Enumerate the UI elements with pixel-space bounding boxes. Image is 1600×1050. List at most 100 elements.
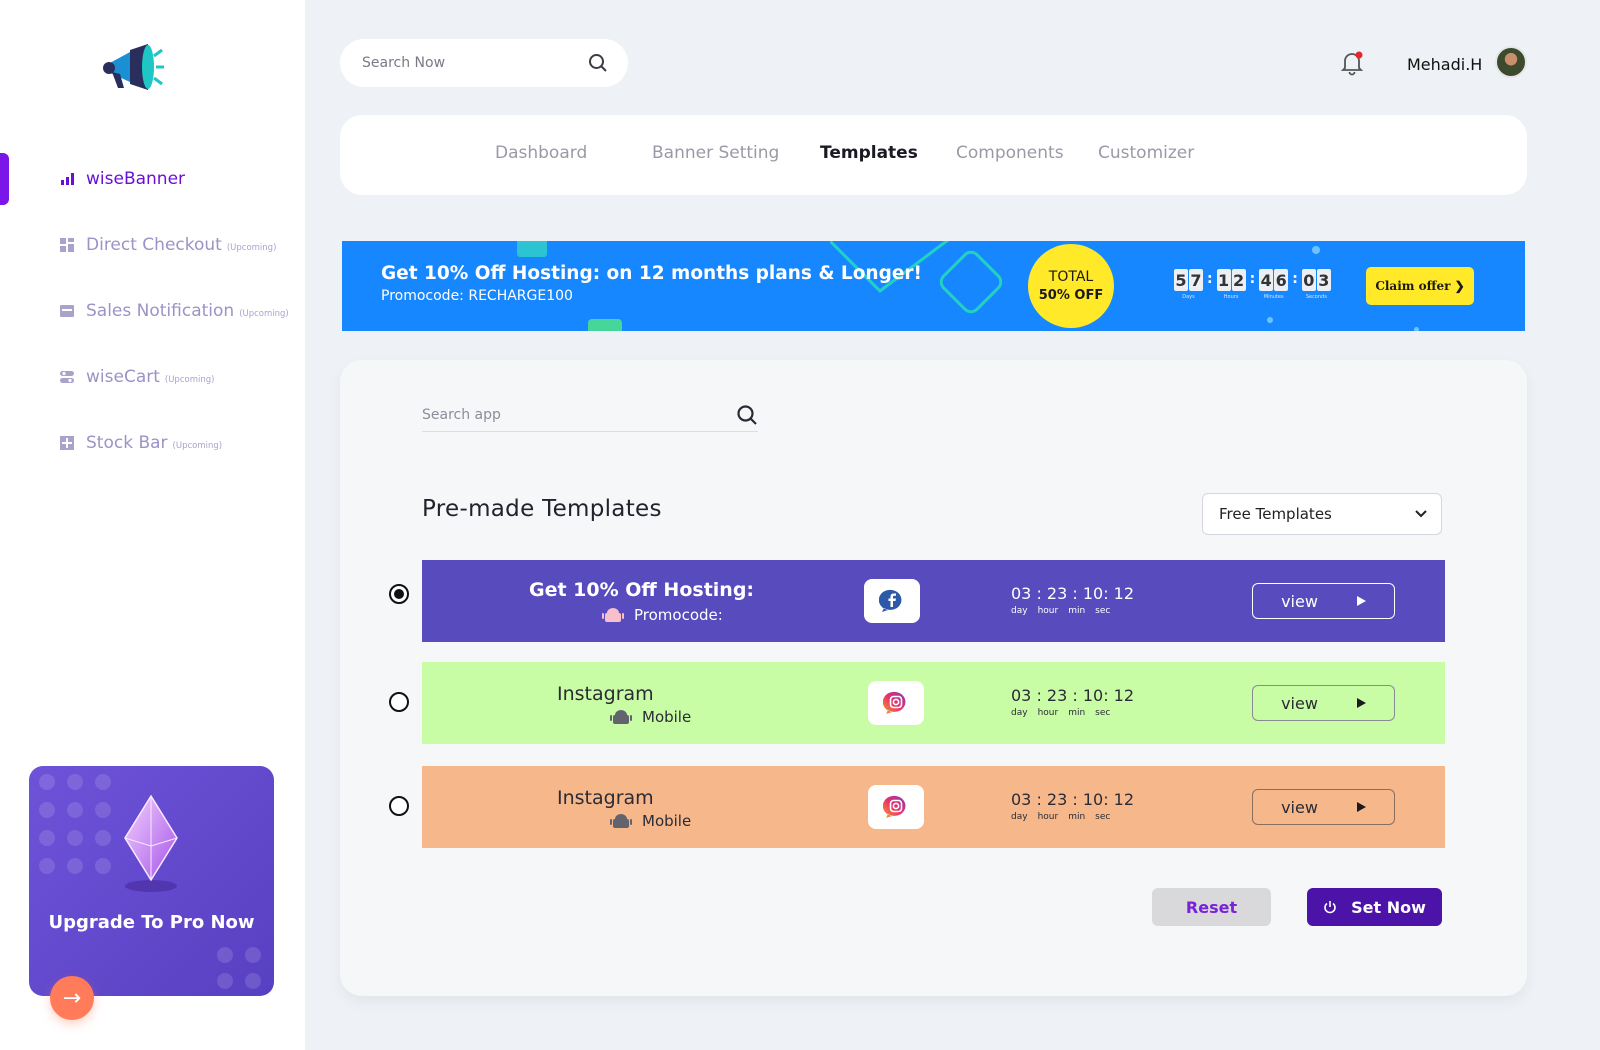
decor-bubble xyxy=(1267,317,1273,323)
section-title: Pre-made Templates xyxy=(422,496,662,522)
template-subtitle-group: Promocode: xyxy=(602,606,723,624)
decor-dot xyxy=(39,802,55,818)
tab-templates[interactable]: Templates xyxy=(820,143,918,163)
template-subtitle-group: Mobile xyxy=(610,812,691,830)
timer-unit: day xyxy=(1011,812,1028,822)
android-icon xyxy=(610,814,632,828)
sidebar-item-label: wiseBanner xyxy=(86,169,186,189)
timer-unit: sec xyxy=(1095,708,1111,718)
tab-customizer[interactable]: Customizer xyxy=(1098,143,1194,163)
template-timer: 03 : 23 : 10: 12 day hour min sec xyxy=(1011,686,1134,718)
promo-banner-preview: Get 10% Off Hosting: on 12 months plans … xyxy=(342,241,1525,331)
decor-dot xyxy=(67,858,83,874)
notification-dot xyxy=(1355,51,1363,59)
search-icon[interactable] xyxy=(588,53,608,73)
claim-offer-button[interactable]: Claim offer ❯ xyxy=(1366,267,1474,305)
timer-value: 03 : 23 : 10: 12 xyxy=(1011,686,1135,705)
app-search-input[interactable] xyxy=(422,406,736,423)
reset-button[interactable]: Reset xyxy=(1152,888,1271,926)
instagram-icon xyxy=(868,681,924,725)
countdown-digit: 0 xyxy=(1301,269,1316,291)
decor-bubble xyxy=(1414,327,1419,331)
decor-shape xyxy=(517,241,547,257)
sidebar-item-wisebanner[interactable]: wiseBanner xyxy=(0,146,305,212)
countdown-digit: 5 xyxy=(1174,269,1188,291)
template-radio[interactable] xyxy=(389,584,409,604)
global-search xyxy=(340,39,628,87)
upcoming-tag: (Upcoming) xyxy=(172,440,223,451)
decor-dot xyxy=(95,830,111,846)
template-subtitle: Mobile xyxy=(642,812,692,830)
tab-components[interactable]: Components xyxy=(956,143,1064,163)
view-button[interactable]: view xyxy=(1252,685,1395,721)
decor-dot xyxy=(95,774,111,790)
global-search-input[interactable] xyxy=(362,55,588,71)
promo-countdown: 5 7 Days : 1 2 Hours : 4 6 Minutes : 0 3 xyxy=(1174,269,1331,300)
diamond-icon xyxy=(124,794,178,892)
sidebar-item-label: wiseCart xyxy=(86,367,160,387)
search-icon[interactable] xyxy=(736,404,758,426)
template-title: Get 10% Off Hosting: xyxy=(529,579,755,601)
countdown-unit: Seconds xyxy=(1305,294,1327,300)
template-subtitle-group: Mobile xyxy=(610,708,691,726)
template-radio[interactable] xyxy=(389,692,409,712)
template-timer: 03 : 23 : 10: 12 day hour min sec xyxy=(1011,790,1134,822)
decor-dot xyxy=(39,774,55,790)
upcoming-tag: (Upcoming) xyxy=(226,242,277,253)
countdown-separator: : xyxy=(1292,271,1298,287)
countdown-hours: 1 2 Hours xyxy=(1216,269,1246,300)
sidebar: wiseBanner Direct Checkout (Upcoming) Sa… xyxy=(0,0,305,1050)
view-label: view xyxy=(1281,693,1318,713)
decor-dot xyxy=(245,973,261,989)
box-icon xyxy=(60,436,74,450)
decor-dot xyxy=(217,973,233,989)
timer-units: day hour min sec xyxy=(1011,606,1134,616)
countdown-digit: 3 xyxy=(1316,269,1331,291)
template-title: Instagram xyxy=(557,683,654,705)
countdown-seconds: 0 3 Seconds xyxy=(1301,269,1331,300)
countdown-digit: 7 xyxy=(1189,269,1203,291)
facebook-icon xyxy=(864,579,920,623)
template-radio[interactable] xyxy=(389,796,409,816)
decor-shape xyxy=(588,319,622,331)
username[interactable]: Mehadi.H xyxy=(1407,55,1482,74)
discount-badge-bottom: 50% OFF xyxy=(1038,288,1104,303)
toggle-icon xyxy=(60,370,74,384)
countdown-digit: 1 xyxy=(1216,269,1231,291)
template-row[interactable]: Get 10% Off Hosting: Promocode: 03 : 23 … xyxy=(389,560,1445,642)
discount-badge: TOTAL 50% OFF xyxy=(1028,244,1114,328)
play-icon xyxy=(1356,698,1366,708)
decor-dot xyxy=(217,947,233,963)
decor-dot xyxy=(67,774,83,790)
timer-unit: min xyxy=(1068,812,1086,822)
grid-icon xyxy=(60,238,74,252)
bell-icon[interactable] xyxy=(1340,50,1364,76)
megaphone-icon[interactable] xyxy=(100,42,164,94)
chevron-down-icon xyxy=(1415,510,1427,518)
template-filter-select[interactable]: Free Templates xyxy=(1202,493,1442,535)
template-row[interactable]: Instagram Mobile 03 : 23 : 10: 12 day ho… xyxy=(389,662,1445,744)
countdown-unit: Minutes xyxy=(1263,294,1284,300)
template-row[interactable]: Instagram Mobile 03 : 23 : 10: 12 day ho… xyxy=(389,766,1445,848)
upgrade-arrow-button[interactable]: → xyxy=(50,976,94,1020)
timer-unit: hour xyxy=(1037,812,1059,822)
sidebar-item-wisecart[interactable]: wiseCart (Upcoming) xyxy=(0,344,305,410)
promo-title: Get 10% Off Hosting: on 12 months plans … xyxy=(381,263,922,284)
tab-dashboard[interactable]: Dashboard xyxy=(495,143,587,163)
countdown-digit: 2 xyxy=(1231,269,1246,291)
countdown-minutes: 4 6 Minutes xyxy=(1259,269,1289,300)
promo-code: Promocode: RECHARGE100 xyxy=(381,288,573,304)
sidebar-item-direct-checkout[interactable]: Direct Checkout (Upcoming) xyxy=(0,212,305,278)
upcoming-tag: (Upcoming) xyxy=(239,308,289,319)
timer-value: 03 : 23 : 10: 12 xyxy=(1011,584,1135,603)
upgrade-card[interactable]: Upgrade To Pro Now → xyxy=(29,766,274,1020)
sidebar-item-sales-notification[interactable]: Sales Notification (Upcoming) xyxy=(0,278,305,344)
tab-banner-setting[interactable]: Banner Setting xyxy=(652,143,779,163)
sidebar-item-stock-bar[interactable]: Stock Bar (Upcoming) xyxy=(0,410,305,476)
view-button[interactable]: view xyxy=(1252,789,1395,825)
template-subtitle: Mobile xyxy=(642,708,692,726)
countdown-digit: 4 xyxy=(1259,269,1274,291)
avatar[interactable] xyxy=(1495,46,1527,78)
view-button[interactable]: view xyxy=(1252,583,1395,619)
set-now-button[interactable]: Set Now xyxy=(1307,888,1442,926)
